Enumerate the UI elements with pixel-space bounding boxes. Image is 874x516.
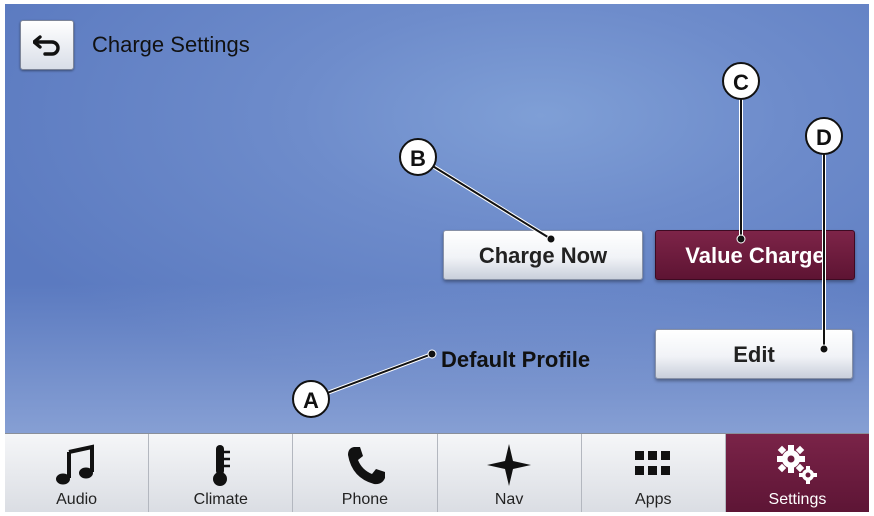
nav-climate[interactable]: Climate [149,434,294,512]
callout-c: C [722,62,760,100]
bottom-nav-bar: Audio Climate Phone Nav Apps Settings [5,433,869,512]
nav-nav[interactable]: Nav [438,434,582,512]
callout-d: D [805,117,843,155]
nav-climate-label: Climate [193,491,248,508]
callout-line-b [416,155,556,244]
nav-phone-label: Phone [341,491,389,508]
phone-icon [347,447,385,485]
callout-line-d [819,136,829,354]
callout-a: A [292,380,330,418]
charge-settings-screen: Charge Settings Charge Now Value Charge … [5,4,869,512]
callout-line-a [310,349,437,401]
callout-b: B [399,138,437,176]
gears-icon [777,445,818,484]
apps-grid-icon [635,451,671,475]
nav-settings-label: Settings [768,491,827,508]
nav-audio-label: Audio [56,491,98,508]
nav-apps[interactable]: Apps [582,434,726,512]
nav-nav-label: Nav [494,491,524,508]
nav-audio[interactable]: Audio [5,434,150,512]
compass-star-icon [487,444,532,486]
nav-settings[interactable]: Settings [725,434,869,512]
music-note-icon [55,444,94,485]
thermometer-icon [212,445,230,486]
nav-phone[interactable]: Phone [293,434,438,512]
callout-line-c [736,81,746,244]
nav-apps-label: Apps [635,491,672,508]
figure-frame: Charge Settings Charge Now Value Charge … [0,0,874,516]
